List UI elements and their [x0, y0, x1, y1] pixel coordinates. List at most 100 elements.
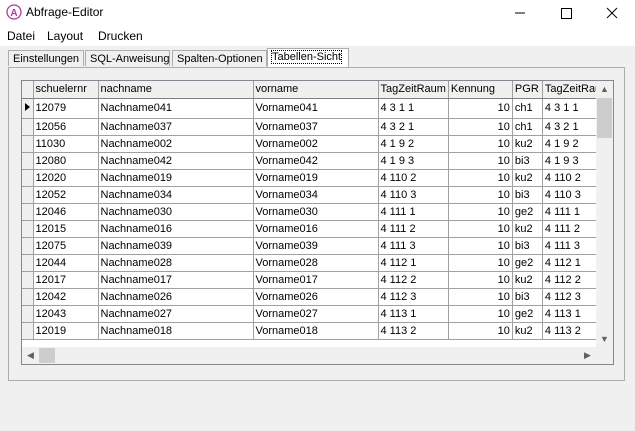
cell-tagzeitraum[interactable]: 4 111 3: [378, 237, 449, 255]
cell-kennung[interactable]: 10: [448, 322, 513, 340]
cell-pgr[interactable]: ch1: [512, 98, 543, 119]
column-header-tagzeitrau[interactable]: TagZeitRau: [542, 81, 605, 99]
cell-nachname[interactable]: Nachname028: [98, 254, 254, 272]
table-row[interactable]: 11030 Nachname002 Vorname002 4 1 9 2 10 ku2 4 …: [22, 135, 605, 153]
cell-tagzeitrau[interactable]: 4 110 2: [542, 169, 605, 187]
cell-kennung[interactable]: 10: [448, 203, 513, 221]
cell-kennung[interactable]: 10: [448, 305, 513, 323]
cell-tagzeitraum[interactable]: 4 3 1 1: [378, 98, 449, 119]
cell-vorname[interactable]: Vorname016: [253, 220, 379, 238]
column-header-pgr[interactable]: PGR: [512, 81, 543, 99]
cell-kennung[interactable]: 10: [448, 135, 513, 153]
row-selector[interactable]: [22, 98, 34, 119]
cell-tagzeitrau[interactable]: 4 112 3: [542, 288, 605, 306]
minimize-button[interactable]: [497, 0, 543, 26]
cell-tagzeitraum[interactable]: 4 112 1: [378, 254, 449, 272]
cell-kennung[interactable]: 10: [448, 271, 513, 289]
column-header-tagzeitraum[interactable]: TagZeitRaum: [378, 81, 449, 99]
cell-tagzeitraum[interactable]: 4 111 2: [378, 220, 449, 238]
cell-pgr[interactable]: bi3: [512, 186, 543, 204]
cell-nachname[interactable]: Nachname041: [98, 98, 254, 119]
data-grid[interactable]: schuelernr nachname vorname TagZeitRaum …: [21, 80, 614, 365]
cell-tagzeitrau[interactable]: 4 1 9 2: [542, 135, 605, 153]
row-selector[interactable]: [22, 305, 34, 323]
cell-vorname[interactable]: Vorname017: [253, 271, 379, 289]
cell-nachname[interactable]: Nachname039: [98, 237, 254, 255]
cell-kennung[interactable]: 10: [448, 169, 513, 187]
tab-sql-anweisung[interactable]: SQL-Anweisung: [85, 50, 170, 66]
cell-tagzeitrau[interactable]: 4 113 2: [542, 322, 605, 340]
scroll-left-arrow-icon[interactable]: ◀: [22, 347, 39, 364]
cell-kennung[interactable]: 10: [448, 98, 513, 119]
table-row[interactable]: 12079 Nachname041 Vorname041 4 3 1 1 10 ch1 4 …: [22, 98, 605, 119]
cell-tagzeitrau[interactable]: 4 112 1: [542, 254, 605, 272]
cell-vorname[interactable]: Vorname019: [253, 169, 379, 187]
menu-datei[interactable]: Datei: [7, 29, 35, 43]
cell-schuelernr[interactable]: 12075: [33, 237, 99, 255]
cell-tagzeitrau[interactable]: 4 1 9 3: [542, 152, 605, 170]
cell-vorname[interactable]: Vorname002: [253, 135, 379, 153]
cell-nachname[interactable]: Nachname037: [98, 118, 254, 136]
cell-pgr[interactable]: bi3: [512, 288, 543, 306]
scroll-down-arrow-icon[interactable]: ▼: [596, 331, 613, 348]
cell-tagzeitraum[interactable]: 4 3 2 1: [378, 118, 449, 136]
cell-nachname[interactable]: Nachname017: [98, 271, 254, 289]
row-selector[interactable]: [22, 271, 34, 289]
cell-vorname[interactable]: Vorname042: [253, 152, 379, 170]
row-selector[interactable]: [22, 237, 34, 255]
cell-schuelernr[interactable]: 12019: [33, 322, 99, 340]
cell-kennung[interactable]: 10: [448, 254, 513, 272]
table-row[interactable]: 12046 Nachname030 Vorname030 4 111 1 10 ge2 4 …: [22, 203, 605, 221]
table-row[interactable]: 12056 Nachname037 Vorname037 4 3 2 1 10 ch1 4 …: [22, 118, 605, 136]
tab-spalten-optionen[interactable]: Spalten-Optionen: [172, 50, 267, 66]
row-selector[interactable]: [22, 203, 34, 221]
cell-pgr[interactable]: ku2: [512, 135, 543, 153]
cell-tagzeitrau[interactable]: 4 111 3: [542, 237, 605, 255]
cell-tagzeitraum[interactable]: 4 111 1: [378, 203, 449, 221]
cell-schuelernr[interactable]: 12015: [33, 220, 99, 238]
cell-nachname[interactable]: Nachname030: [98, 203, 254, 221]
table-row[interactable]: 12042 Nachname026 Vorname026 4 112 3 10 bi3 4 …: [22, 288, 605, 306]
table-row[interactable]: 12015 Nachname016 Vorname016 4 111 2 10 ku2 4 …: [22, 220, 605, 238]
cell-nachname[interactable]: Nachname002: [98, 135, 254, 153]
cell-kennung[interactable]: 10: [448, 152, 513, 170]
cell-vorname[interactable]: Vorname018: [253, 322, 379, 340]
cell-pgr[interactable]: bi3: [512, 152, 543, 170]
row-selector[interactable]: [22, 135, 34, 153]
cell-pgr[interactable]: ku2: [512, 322, 543, 340]
cell-vorname[interactable]: Vorname039: [253, 237, 379, 255]
horizontal-scroll-thumb[interactable]: [39, 348, 55, 363]
cell-pgr[interactable]: bi3: [512, 237, 543, 255]
table-row[interactable]: 12020 Nachname019 Vorname019 4 110 2 10 ku2 4 …: [22, 169, 605, 187]
cell-pgr[interactable]: ge2: [512, 203, 543, 221]
cell-tagzeitrau[interactable]: 4 111 1: [542, 203, 605, 221]
cell-nachname[interactable]: Nachname034: [98, 186, 254, 204]
cell-vorname[interactable]: Vorname037: [253, 118, 379, 136]
cell-vorname[interactable]: Vorname041: [253, 98, 379, 119]
cell-tagzeitrau[interactable]: 4 3 1 1: [542, 98, 605, 119]
cell-nachname[interactable]: Nachname016: [98, 220, 254, 238]
cell-tagzeitraum[interactable]: 4 110 3: [378, 186, 449, 204]
table-row[interactable]: 12052 Nachname034 Vorname034 4 110 3 10 bi3 4 …: [22, 186, 605, 204]
column-header-schuelernr[interactable]: schuelernr: [33, 81, 99, 99]
cell-schuelernr[interactable]: 12056: [33, 118, 99, 136]
cell-vorname[interactable]: Vorname026: [253, 288, 379, 306]
cell-nachname[interactable]: Nachname027: [98, 305, 254, 323]
vertical-scrollbar[interactable]: ▲ ▼: [596, 81, 613, 348]
cell-schuelernr[interactable]: 12020: [33, 169, 99, 187]
cell-vorname[interactable]: Vorname030: [253, 203, 379, 221]
table-row[interactable]: 12080 Nachname042 Vorname042 4 1 9 3 10 bi3 4 …: [22, 152, 605, 170]
scroll-right-arrow-icon[interactable]: ▶: [579, 347, 596, 364]
cell-nachname[interactable]: Nachname018: [98, 322, 254, 340]
cell-kennung[interactable]: 10: [448, 288, 513, 306]
table-row[interactable]: 12017 Nachname017 Vorname017 4 112 2 10 ku2 4 …: [22, 271, 605, 289]
cell-tagzeitraum[interactable]: 4 1 9 2: [378, 135, 449, 153]
scroll-up-arrow-icon[interactable]: ▲: [596, 81, 613, 98]
table-row[interactable]: 12044 Nachname028 Vorname028 4 112 1 10 ge2 4 …: [22, 254, 605, 272]
column-header-vorname[interactable]: vorname: [253, 81, 379, 99]
row-selector[interactable]: [22, 169, 34, 187]
cell-schuelernr[interactable]: 12052: [33, 186, 99, 204]
horizontal-scrollbar[interactable]: ◀ ▶: [22, 347, 596, 364]
row-selector[interactable]: [22, 152, 34, 170]
cell-vorname[interactable]: Vorname027: [253, 305, 379, 323]
